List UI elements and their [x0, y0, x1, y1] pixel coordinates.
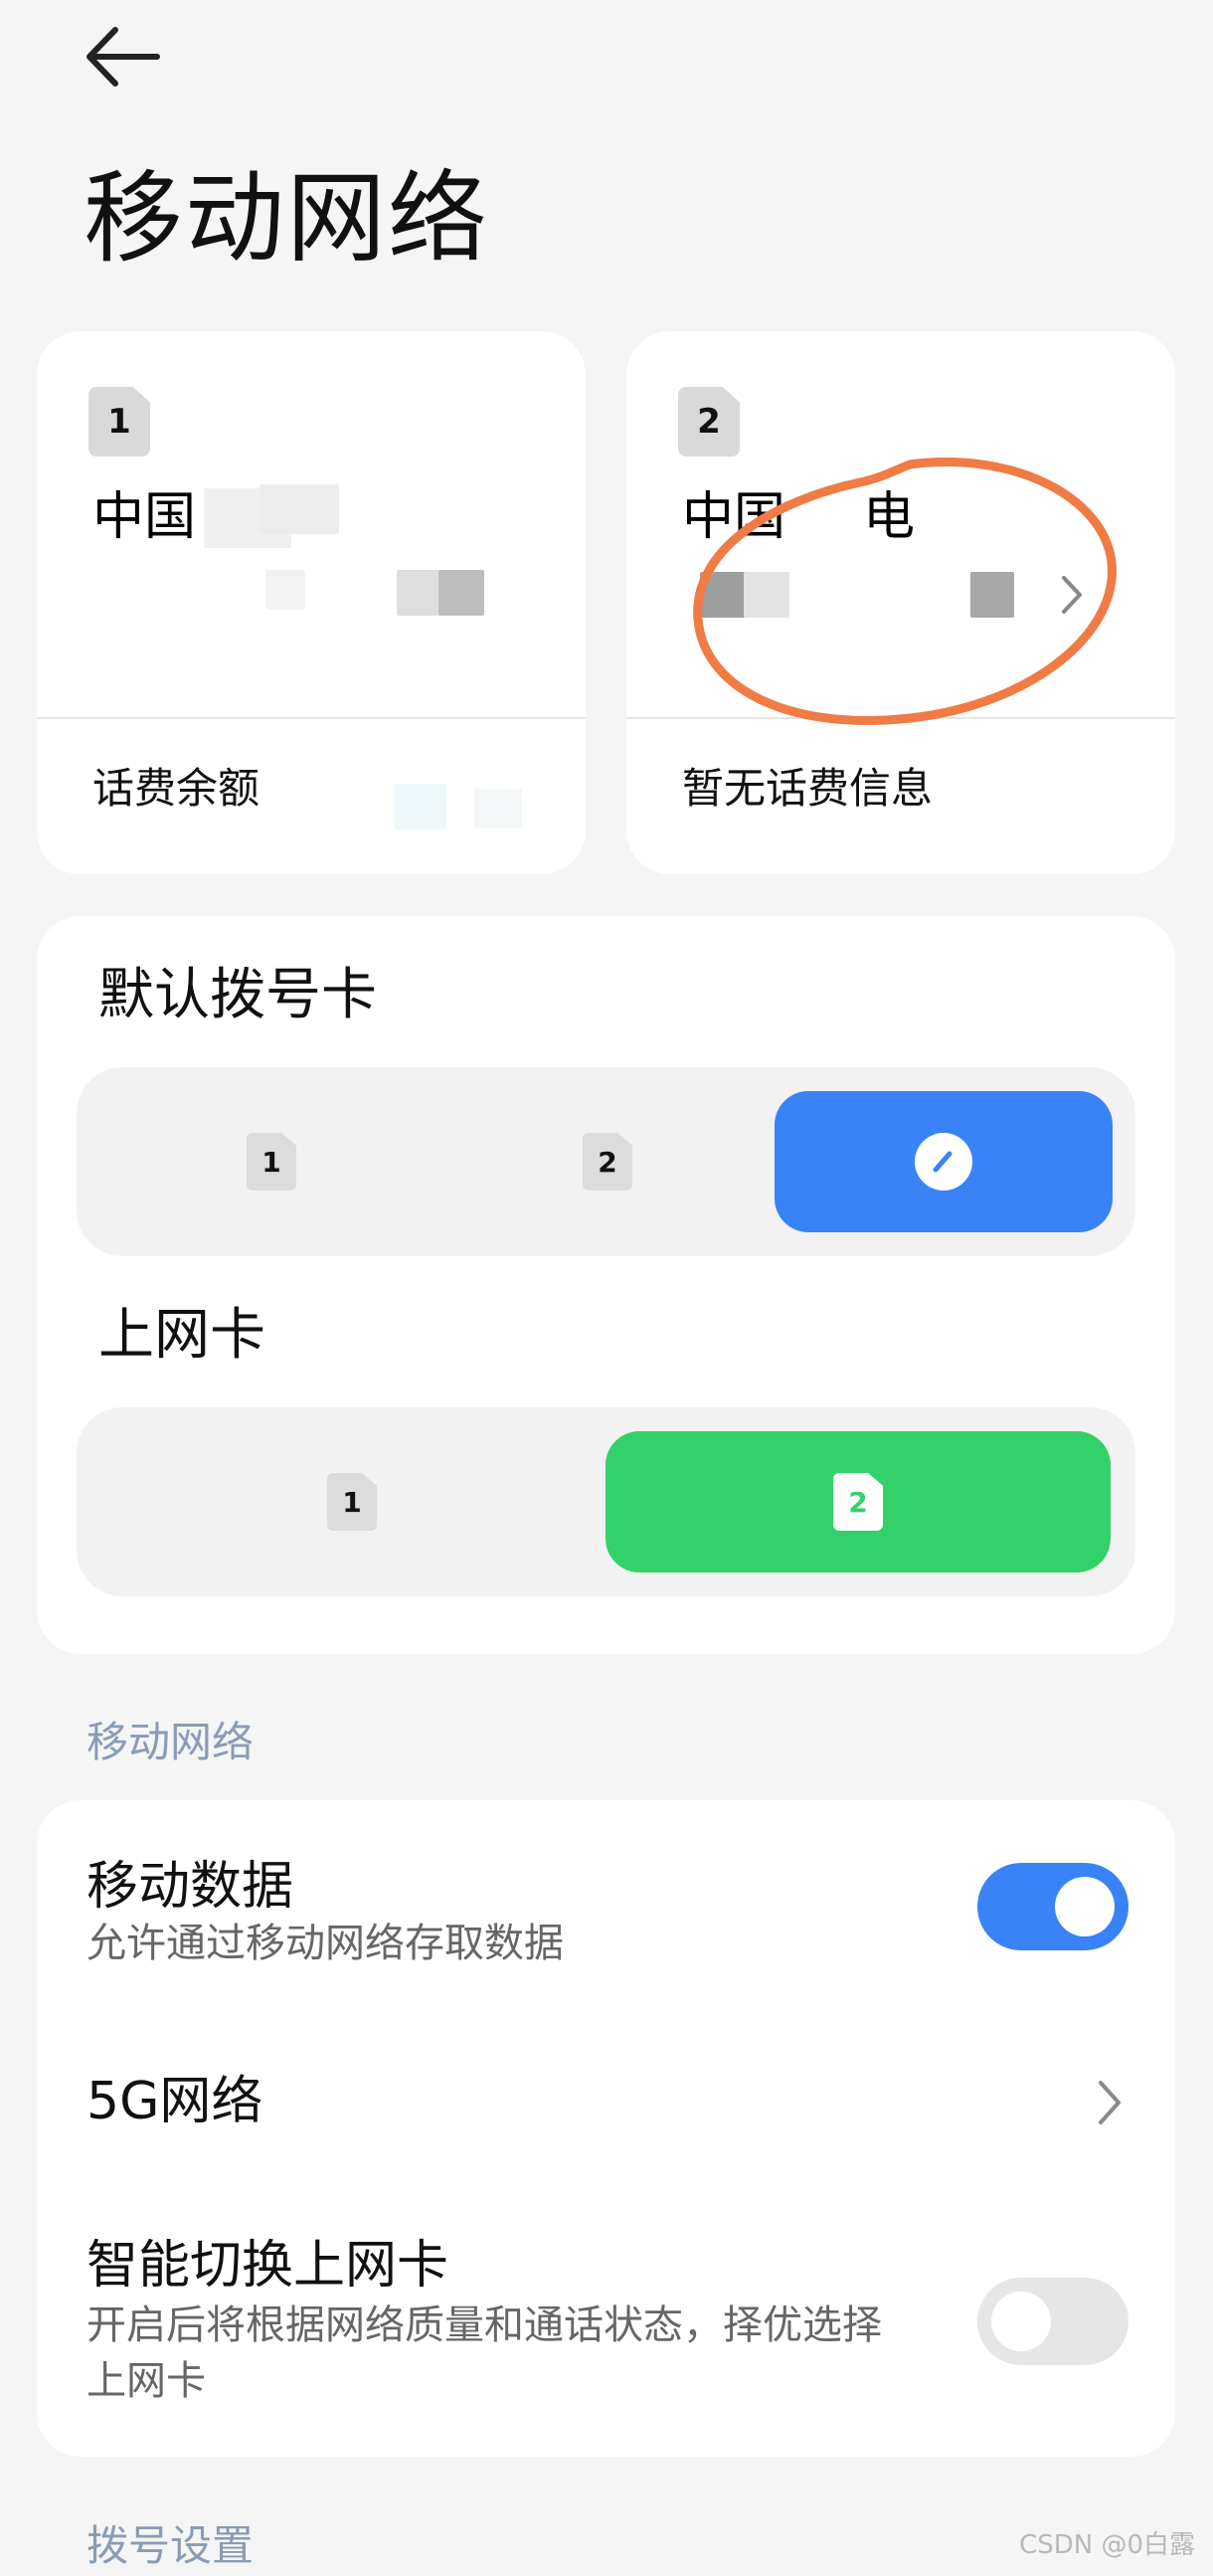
sim2-icon: 2 — [678, 387, 740, 457]
sim1-redacted — [265, 570, 305, 610]
default-dial-title: 默认拨号卡 — [98, 963, 377, 1027]
sim2-balance-label: 暂无话费信息 — [682, 764, 934, 813]
mobile-network-settings-card: 移动数据 允许通过移动网络存取数据 5G网络 智能切换上网卡 开启后将根据网络质… — [37, 1800, 1175, 2457]
dial-settings-section-label: 拨号设置 — [87, 2521, 255, 2570]
smart-switch-subtitle-line2: 上网卡 — [87, 2358, 206, 2404]
data-card-selector: 1 2 — [77, 1407, 1135, 1596]
sim1-redacted — [397, 570, 442, 616]
annotation-circle-mark — [693, 458, 1117, 725]
data-card-sim1-option[interactable]: 1 — [100, 1431, 604, 1572]
sim1-carrier: 中国 — [92, 487, 197, 547]
default-dial-sim1-option[interactable]: 1 — [100, 1091, 442, 1232]
mobile-data-title: 移动数据 — [87, 1857, 294, 1917]
sim1-redacted — [395, 784, 446, 829]
sim-preferences-card: 默认拨号卡 1 2 上网卡 1 2 — [37, 916, 1175, 1654]
sim1-icon: 1 — [247, 1133, 296, 1191]
back-button[interactable] — [80, 22, 169, 92]
data-card-sim2-option[interactable]: 2 — [606, 1431, 1111, 1572]
sim1-redacted — [474, 789, 522, 828]
sim2-icon: 2 — [583, 1133, 632, 1191]
watermark: CSDN @0白露 — [1019, 2530, 1195, 2560]
mobile-data-toggle[interactable] — [977, 1863, 1128, 1950]
default-dial-selector: 1 2 — [77, 1067, 1135, 1256]
sim1-balance-label: 话费余额 — [92, 764, 260, 813]
sim1-icon: 1 — [327, 1473, 377, 1531]
chevron-right-icon — [1099, 2081, 1121, 2124]
page-title: 移动网络 — [84, 160, 489, 276]
mobile-data-subtitle: 允许通过移动网络存取数据 — [87, 1921, 564, 1966]
smart-switch-subtitle: 开启后将根据网络质量和通话状态，择优选择 — [87, 2302, 882, 2348]
smart-switch-title: 智能切换上网卡 — [87, 2236, 449, 2296]
sim1-divider — [37, 717, 586, 719]
mobile-network-section-label: 移动网络 — [87, 1718, 255, 1766]
toggle-knob — [991, 2292, 1051, 2351]
default-dial-sim2-option[interactable]: 2 — [436, 1091, 779, 1232]
arrow-left-icon — [87, 27, 160, 87]
data-card-title: 上网卡 — [98, 1303, 265, 1368]
smart-switch-toggle[interactable] — [977, 2278, 1128, 2365]
default-dial-ask-option[interactable] — [775, 1091, 1113, 1232]
ask-each-time-icon — [915, 1133, 972, 1191]
sim2-icon: 2 — [833, 1473, 883, 1531]
5g-network-title: 5G网络 — [87, 2072, 263, 2131]
toggle-knob — [1055, 1877, 1115, 1936]
sim1-card[interactable]: 1 中国 话费余额 — [37, 331, 586, 874]
sim1-redacted — [438, 570, 484, 616]
sim1-icon: 1 — [88, 387, 150, 457]
sim1-redacted — [260, 484, 339, 534]
